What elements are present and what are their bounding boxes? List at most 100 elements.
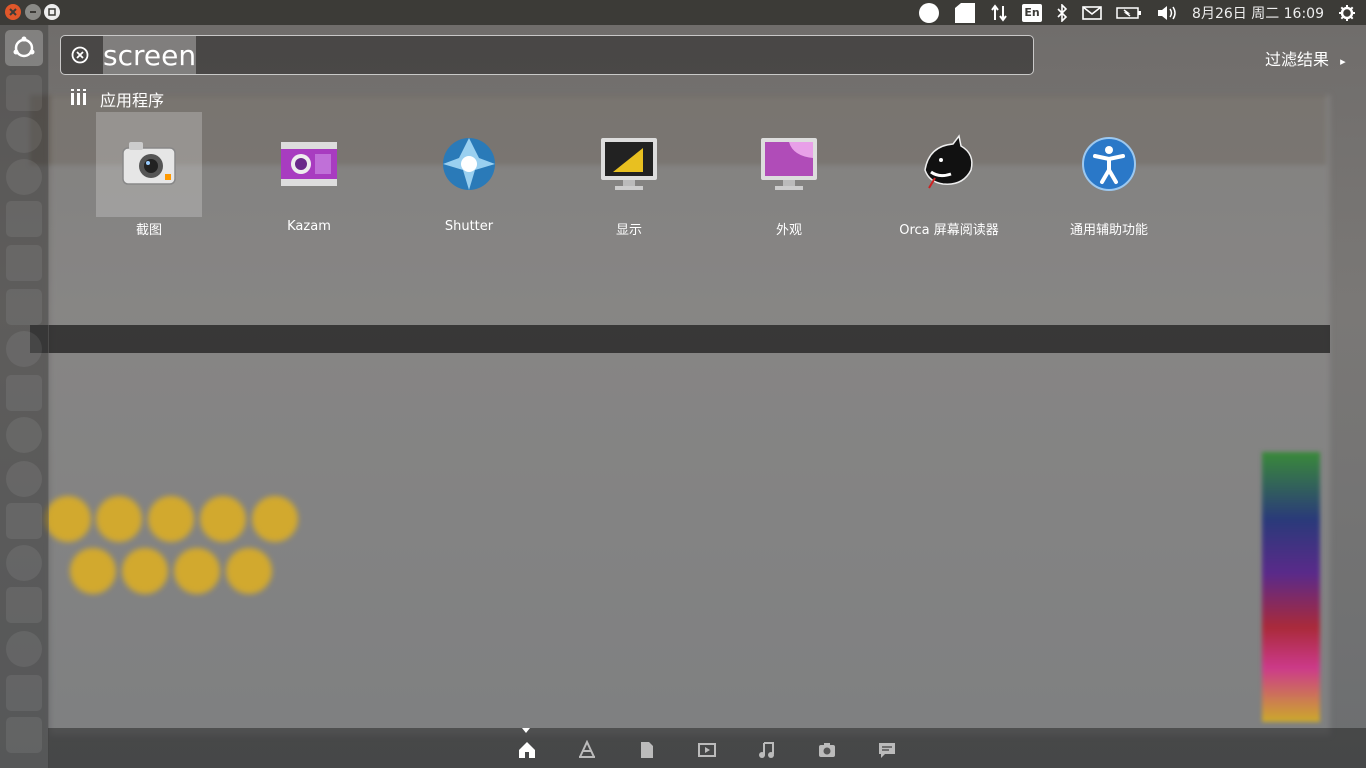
bg-dark-bar bbox=[30, 325, 1330, 353]
display-icon bbox=[601, 138, 657, 190]
ubuntu-logo-icon bbox=[13, 36, 35, 58]
keyboard-indicator[interactable]: En bbox=[1022, 3, 1043, 22]
minimize-icon bbox=[30, 11, 36, 13]
note-icon bbox=[955, 2, 976, 23]
triangle-right-icon: ▸ bbox=[1340, 55, 1346, 68]
mail-indicator[interactable] bbox=[1082, 5, 1102, 20]
photo-icon bbox=[819, 743, 835, 757]
lens-video[interactable] bbox=[697, 740, 717, 760]
bg-emoticon bbox=[70, 548, 116, 594]
lens-applications[interactable] bbox=[577, 740, 597, 760]
app-tile-appearance[interactable]: 外观 bbox=[736, 112, 842, 238]
bg-emoticon bbox=[148, 496, 194, 542]
app-label: 外观 bbox=[775, 223, 802, 238]
circle-icon bbox=[919, 2, 940, 23]
launcher-item-drive[interactable] bbox=[6, 201, 42, 237]
keyboard-layout-label: En bbox=[1024, 6, 1040, 19]
indicator-area: En 8月26日 周二 16:09 bbox=[918, 0, 1366, 25]
clock[interactable]: 8月26日 周二 16:09 bbox=[1192, 3, 1324, 23]
app-label: 通用辅助功能 bbox=[1069, 223, 1148, 238]
app-label: Shutter bbox=[444, 219, 494, 234]
launcher-item-text-editor[interactable] bbox=[6, 675, 42, 711]
applications-icon bbox=[579, 740, 595, 758]
dash-search-box[interactable]: screen bbox=[60, 35, 1034, 75]
lens-home[interactable] bbox=[517, 740, 537, 760]
launcher-item-app[interactable] bbox=[6, 461, 42, 497]
speaker-icon bbox=[1158, 5, 1176, 20]
app-label: 显示 bbox=[615, 223, 642, 238]
app-tile-display[interactable]: 显示 bbox=[576, 112, 682, 238]
app-tile-kazam[interactable]: Kazam bbox=[256, 112, 362, 234]
film-camera-icon bbox=[281, 142, 337, 186]
launcher-item-trash[interactable] bbox=[6, 717, 42, 753]
app-tile-screenshot[interactable]: 截图 bbox=[96, 112, 202, 238]
lens-photo[interactable] bbox=[817, 740, 837, 760]
close-button[interactable] bbox=[5, 4, 21, 20]
filter-results-toggle[interactable]: 过滤结果 ▸ bbox=[1265, 46, 1346, 70]
bluetooth-icon bbox=[1057, 3, 1068, 22]
bg-emoticon bbox=[45, 496, 91, 542]
maximize-icon bbox=[48, 8, 56, 16]
lens-social[interactable] bbox=[877, 740, 897, 760]
accessibility-icon bbox=[1082, 137, 1136, 191]
minimize-button[interactable] bbox=[25, 4, 41, 20]
camera-icon bbox=[122, 142, 176, 185]
launcher-item-software-center[interactable] bbox=[6, 331, 42, 367]
app-tile-shutter[interactable]: Shutter bbox=[416, 112, 522, 234]
bg-emoticon bbox=[226, 548, 272, 594]
battery-indicator[interactable] bbox=[1116, 6, 1142, 20]
maximize-button[interactable] bbox=[44, 4, 60, 20]
launcher-item-browser[interactable] bbox=[6, 117, 42, 153]
launcher-item-fonts[interactable] bbox=[6, 289, 42, 325]
shutter-icon bbox=[443, 138, 495, 190]
bg-emoticon bbox=[200, 496, 246, 542]
app-tile-universal-access[interactable]: 通用辅助功能 bbox=[1056, 112, 1162, 238]
orca-icon bbox=[924, 134, 973, 189]
workspace-indicator[interactable] bbox=[954, 2, 976, 24]
music-icon bbox=[759, 742, 774, 758]
active-lens-indicator bbox=[522, 728, 530, 733]
launcher-item-screenshot[interactable] bbox=[6, 587, 42, 623]
search-input[interactable]: screen bbox=[103, 36, 197, 74]
launcher-item-files[interactable] bbox=[6, 75, 42, 111]
appearance-icon bbox=[761, 138, 817, 190]
network-arrows-icon bbox=[991, 3, 1007, 22]
launcher-item-system-monitor[interactable] bbox=[6, 375, 42, 411]
status-circle-indicator[interactable] bbox=[918, 2, 940, 24]
launcher-item-skype[interactable] bbox=[6, 545, 42, 581]
app-tile-orca[interactable]: Orca 屏幕阅读器 bbox=[896, 112, 1002, 238]
lens-music[interactable] bbox=[757, 740, 777, 760]
session-indicator[interactable] bbox=[1338, 4, 1356, 22]
bg-emoticon bbox=[122, 548, 168, 594]
launcher-item-settings[interactable] bbox=[6, 631, 42, 667]
social-icon bbox=[879, 743, 895, 758]
applications-category-icon bbox=[71, 89, 86, 105]
home-icon bbox=[519, 742, 535, 758]
bg-emoticon bbox=[174, 548, 220, 594]
gear-icon bbox=[1339, 4, 1355, 21]
envelope-icon bbox=[1082, 5, 1102, 20]
clear-search-icon[interactable] bbox=[71, 46, 89, 64]
network-indicator[interactable] bbox=[990, 3, 1008, 22]
video-icon bbox=[698, 743, 716, 757]
app-label: Kazam bbox=[287, 219, 331, 234]
bg-color-palette bbox=[1262, 452, 1320, 722]
launcher-item-office[interactable] bbox=[6, 245, 42, 281]
bg-emoticon bbox=[252, 496, 298, 542]
sound-indicator[interactable] bbox=[1156, 4, 1178, 22]
launcher bbox=[0, 25, 49, 768]
lens-files[interactable] bbox=[637, 740, 657, 760]
files-icon bbox=[641, 742, 653, 758]
close-icon bbox=[9, 8, 17, 16]
launcher-item-updater[interactable] bbox=[6, 417, 42, 453]
app-label: 截图 bbox=[135, 223, 162, 238]
top-panel: En 8月26日 周二 16:09 bbox=[0, 0, 1366, 25]
filter-results-label: 过滤结果 bbox=[1265, 50, 1330, 69]
category-label: 应用程序 bbox=[100, 91, 165, 110]
dash-home-button[interactable] bbox=[5, 30, 43, 66]
bluetooth-indicator[interactable] bbox=[1056, 3, 1068, 22]
launcher-item-firefox[interactable] bbox=[6, 159, 42, 195]
app-label: Orca 屏幕阅读器 bbox=[899, 223, 999, 238]
launcher-item-chat[interactable] bbox=[6, 503, 42, 539]
bg-emoticon bbox=[96, 496, 142, 542]
